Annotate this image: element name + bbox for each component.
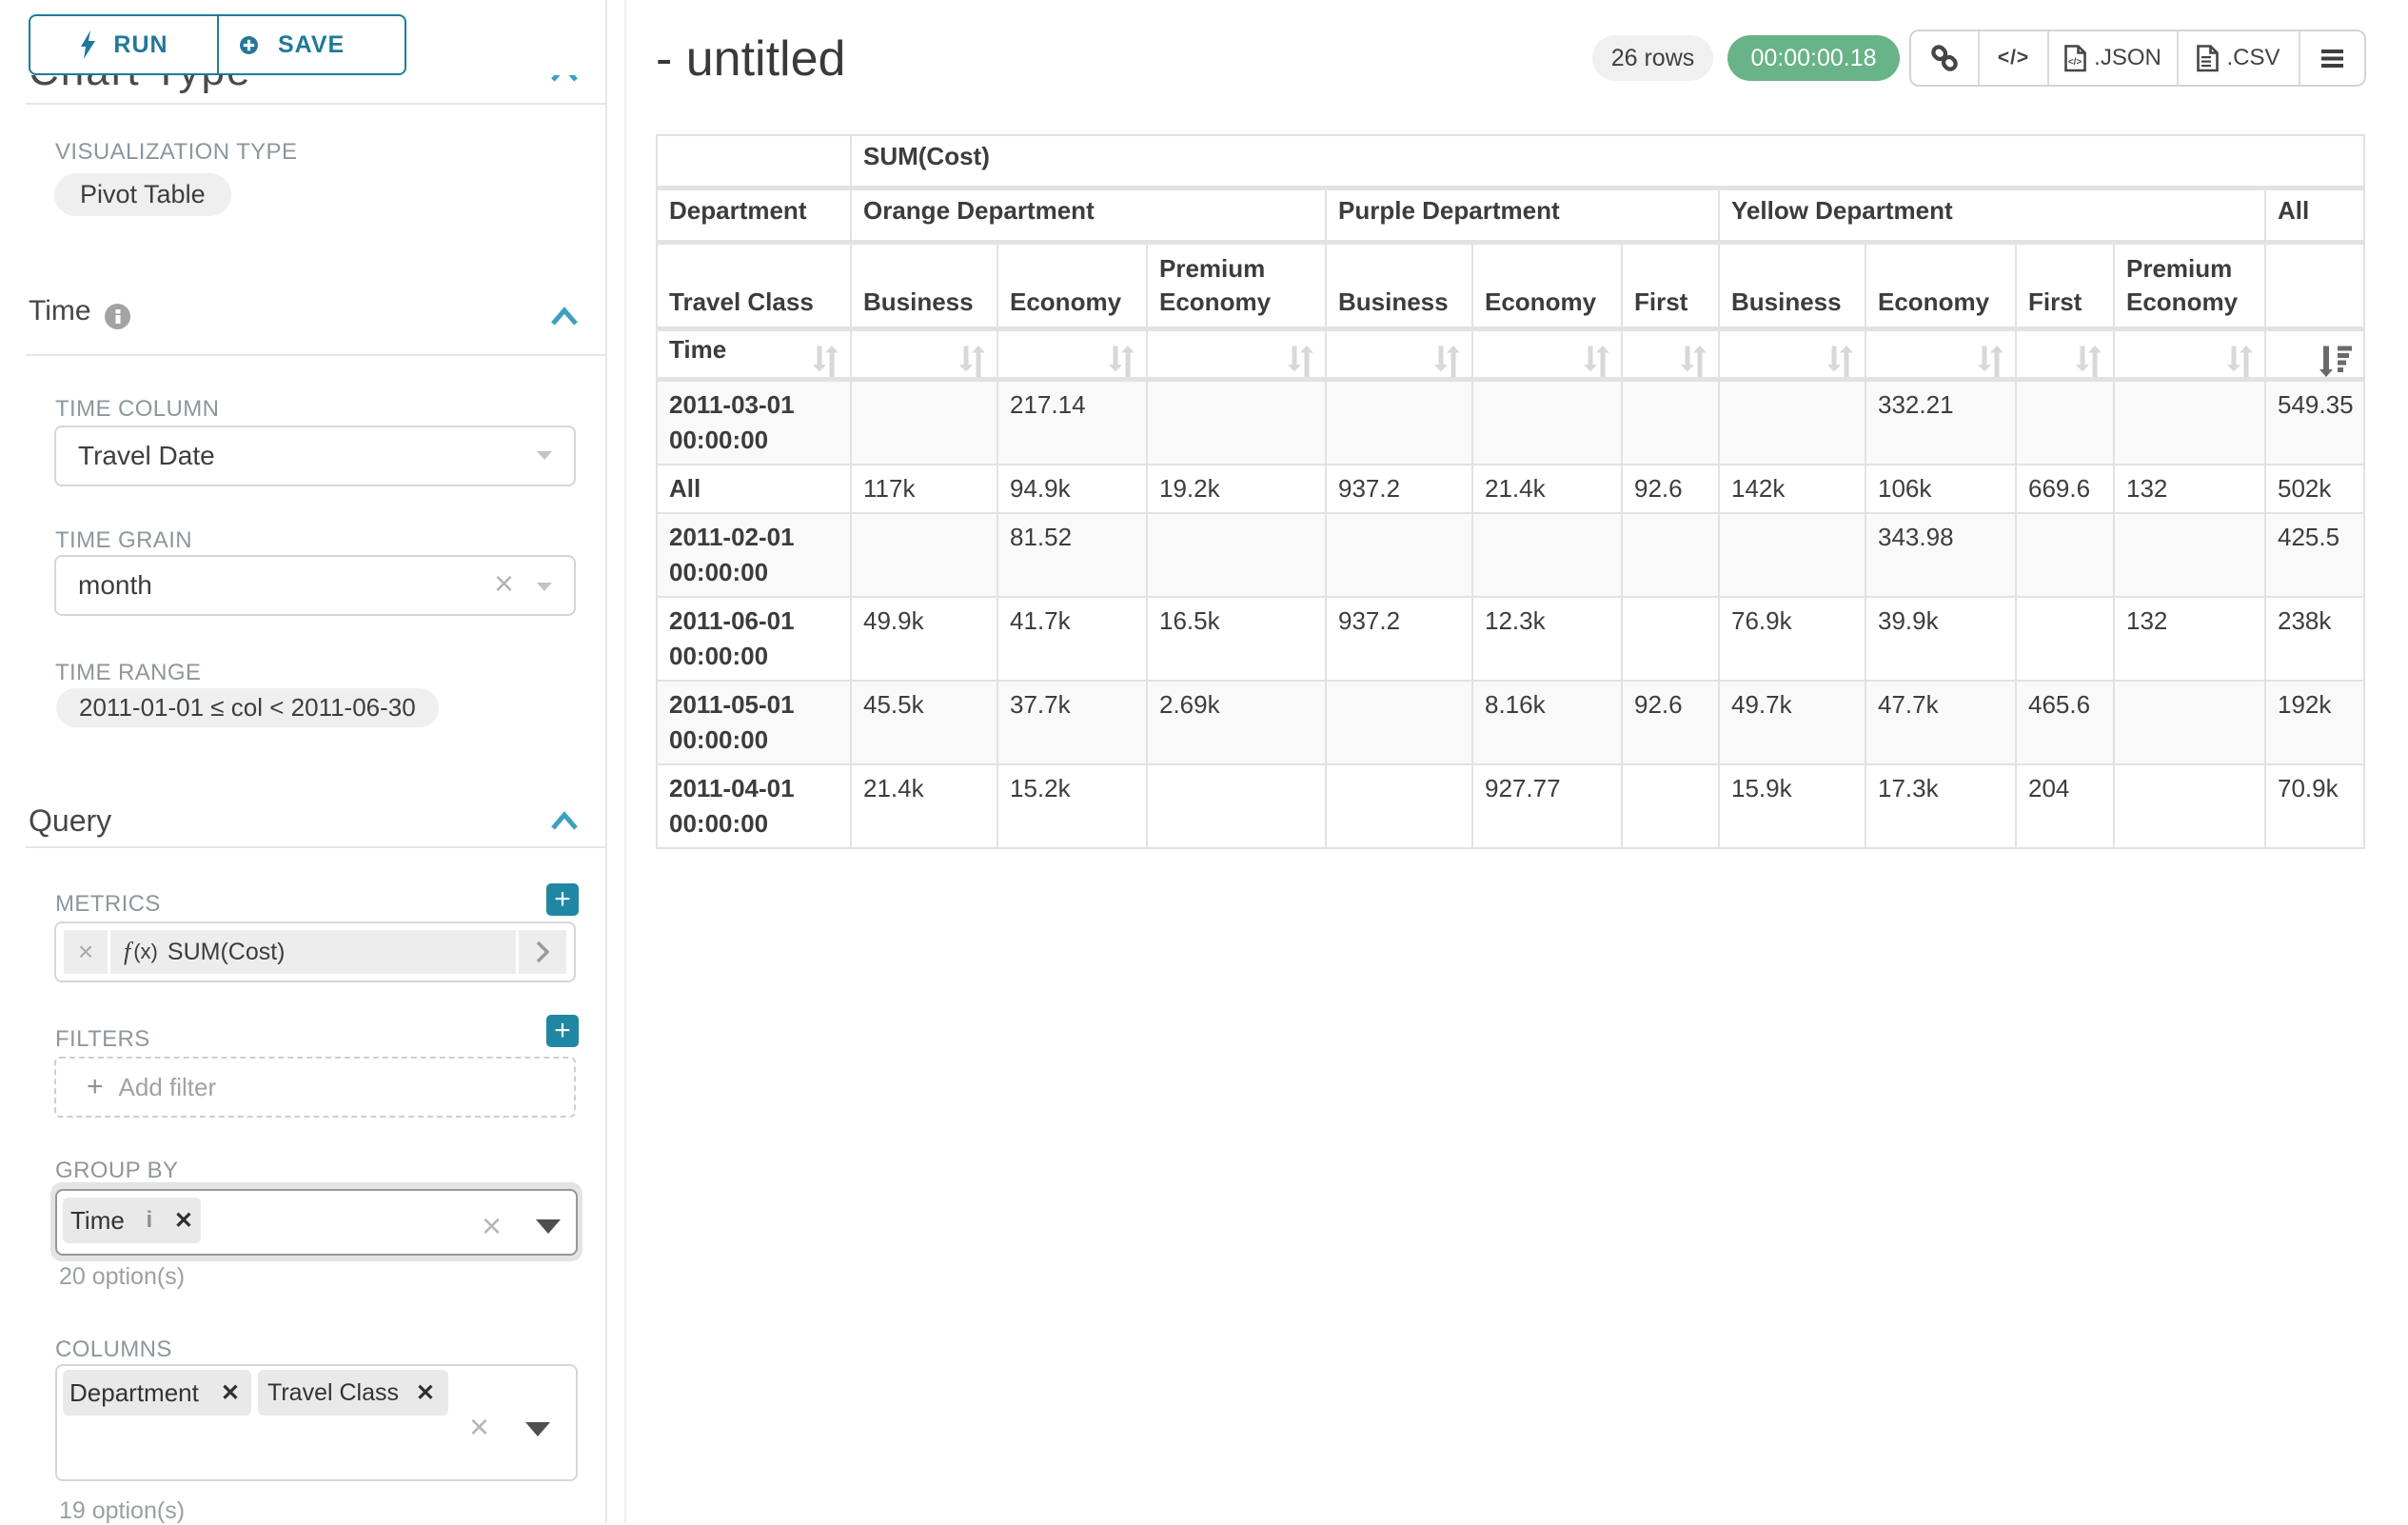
svg-text:</>: </> <box>2068 57 2082 68</box>
